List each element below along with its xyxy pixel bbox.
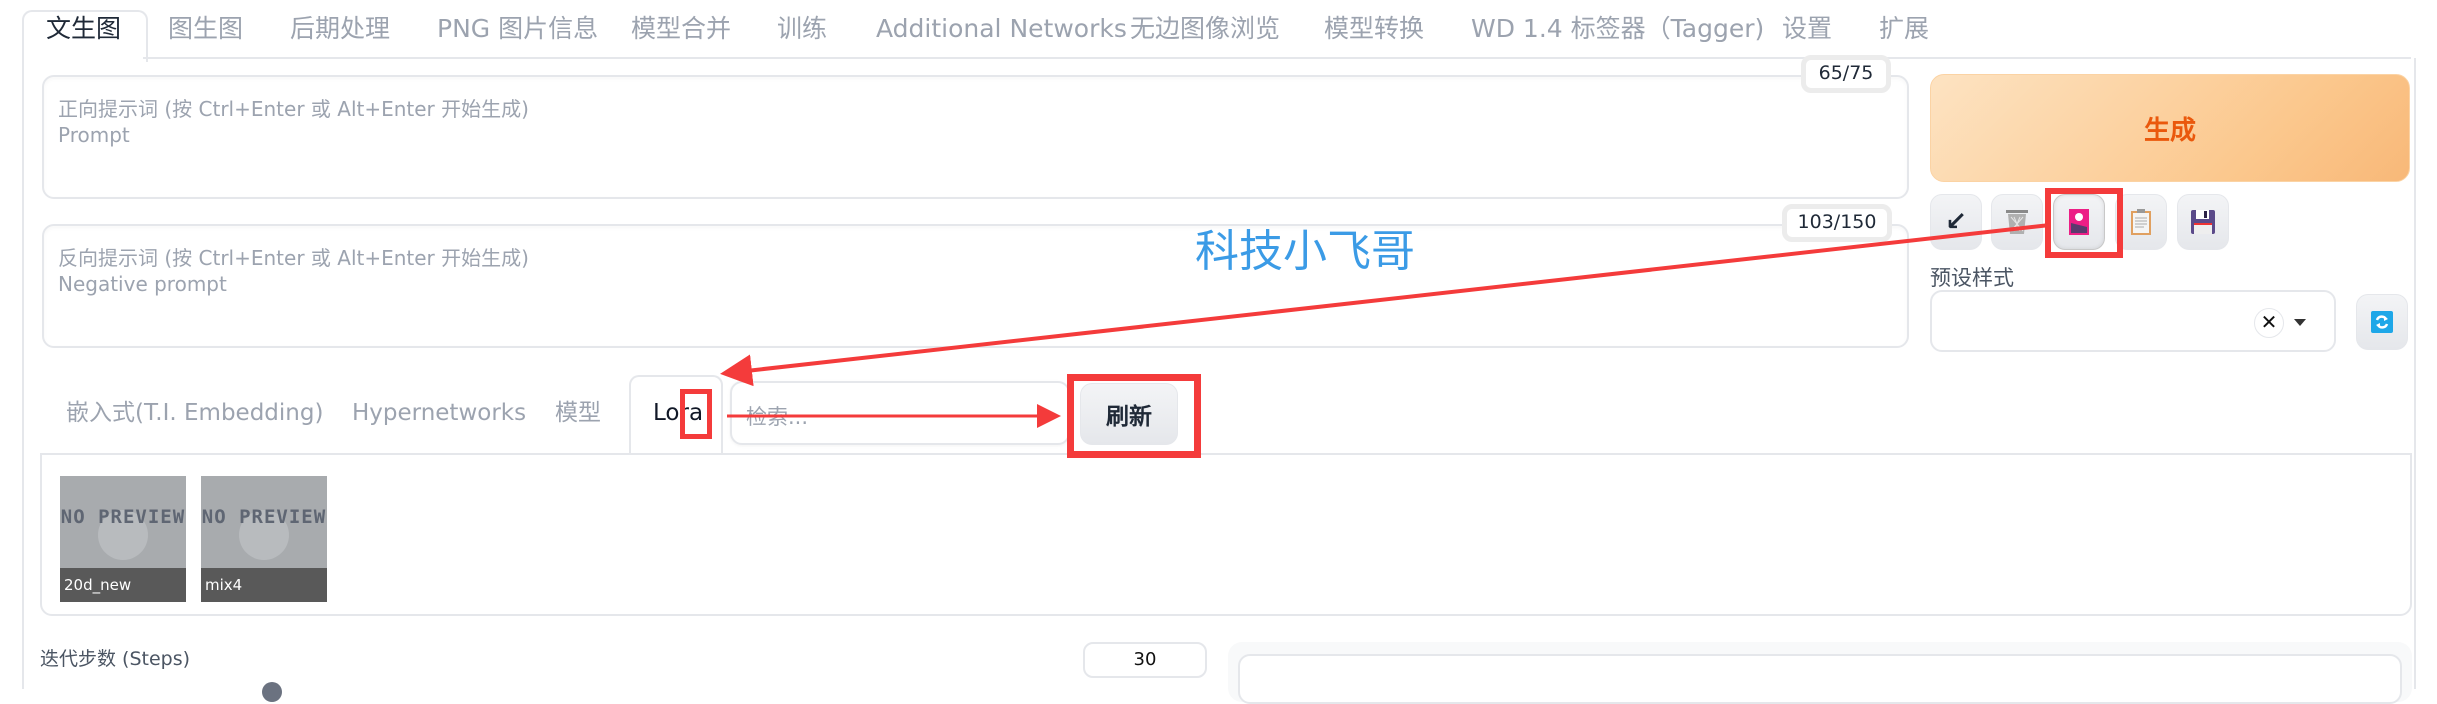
annotation-arrows [720, 223, 2051, 428]
arrow-to-lora-tabs [720, 223, 2051, 387]
